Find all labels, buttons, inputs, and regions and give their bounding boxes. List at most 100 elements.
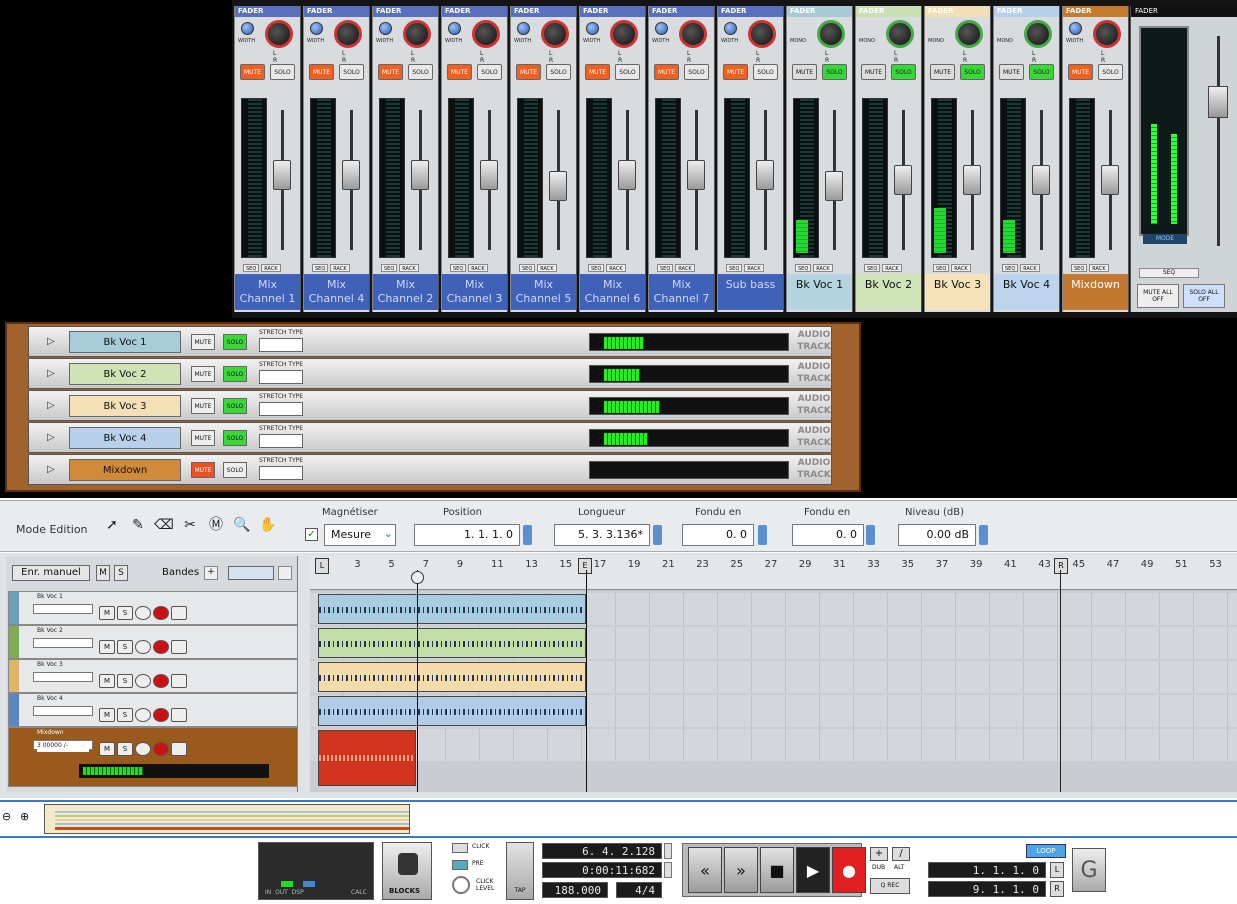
right-locator-button[interactable]: R [1050, 881, 1064, 897]
track-options-icon[interactable] [171, 742, 187, 756]
track-mute-button[interactable]: M [99, 640, 115, 654]
rack-button[interactable]: RACK [1020, 264, 1040, 272]
channel-fader[interactable] [342, 159, 360, 190]
channel-solo-button[interactable]: SOLO [615, 64, 640, 80]
rack-mute-button[interactable]: MUTE [191, 366, 215, 382]
pan-knob[interactable] [472, 20, 500, 48]
track-volume-slider[interactable] [33, 706, 93, 716]
channel-fader[interactable] [825, 170, 843, 201]
channel-fader[interactable] [549, 170, 567, 201]
channel-mute-button[interactable]: MUTE [240, 64, 265, 80]
channel-name[interactable]: Bk Voc 1 [787, 274, 852, 310]
channel-fader[interactable] [411, 159, 429, 190]
band-select[interactable] [228, 566, 274, 580]
rack-button[interactable]: RACK [951, 264, 971, 272]
pan-knob[interactable] [403, 20, 431, 48]
position-spinner[interactable] [523, 525, 532, 545]
rack-button[interactable]: RACK [399, 264, 419, 272]
rack-button[interactable]: RACK [537, 264, 557, 272]
rack-solo-button[interactable]: SOLO [223, 334, 247, 350]
track-volume-slider[interactable] [33, 672, 93, 682]
channel-solo-button[interactable]: SOLO [546, 64, 571, 80]
master-mode-button[interactable]: MODE [1143, 234, 1187, 244]
track-volume-slider[interactable] [33, 638, 93, 648]
width-knob[interactable] [310, 22, 323, 35]
channel-mute-button[interactable]: MUTE [585, 64, 610, 80]
monitor-icon[interactable] [135, 674, 151, 688]
seq-button[interactable]: SEQ [1071, 264, 1088, 272]
channel-solo-button[interactable]: SOLO [408, 64, 433, 80]
rack-mute-button[interactable]: MUTE [191, 430, 215, 446]
solo-all-off-button[interactable]: SOLO ALL OFF [1183, 284, 1225, 308]
pan-knob[interactable] [1024, 20, 1052, 48]
length-spinner[interactable] [653, 525, 662, 545]
monitor-icon[interactable] [135, 742, 151, 756]
rack-button[interactable]: RACK [744, 264, 764, 272]
channel-solo-button[interactable]: SOLO [1098, 64, 1123, 80]
loop-button[interactable]: LOOP [1026, 844, 1066, 858]
dub-button[interactable]: + [870, 847, 888, 861]
channel-solo-button[interactable]: SOLO [1029, 64, 1054, 80]
channel-fader[interactable] [687, 159, 705, 190]
seq-button[interactable]: SEQ [243, 264, 260, 272]
expand-triangle-icon[interactable]: ▷ [47, 400, 55, 411]
channel-solo-button[interactable]: SOLO [960, 64, 985, 80]
track-control-row[interactable]: Bk Voc 4 MS [8, 693, 298, 727]
channel-name[interactable]: Mix Channel 5 [511, 274, 576, 310]
pan-knob[interactable] [334, 20, 362, 48]
pan-knob[interactable] [541, 20, 569, 48]
channel-mute-button[interactable]: MUTE [792, 64, 817, 80]
pan-knob[interactable] [748, 20, 776, 48]
audio-clip[interactable] [318, 594, 586, 624]
channel-fader[interactable] [756, 159, 774, 190]
rack-solo-button[interactable]: SOLO [223, 430, 247, 446]
solo-lane-button[interactable]: S [114, 565, 128, 581]
channel-name[interactable]: Bk Voc 2 [856, 274, 921, 310]
seq-button[interactable]: SEQ [726, 264, 743, 272]
song-position-line[interactable] [417, 570, 418, 792]
track-solo-button[interactable]: S [117, 742, 133, 756]
rack-mute-button[interactable]: MUTE [191, 462, 215, 478]
rack-mute-button[interactable]: MUTE [191, 398, 215, 414]
channel-name[interactable]: Mixdown [1063, 274, 1128, 310]
channel-solo-button[interactable]: SOLO [753, 64, 778, 80]
master-fader[interactable] [1208, 86, 1228, 118]
track-options-icon[interactable] [171, 606, 187, 620]
navigator-view-rect[interactable] [44, 804, 410, 834]
pan-knob[interactable] [610, 20, 638, 48]
seq-button[interactable]: SEQ [588, 264, 605, 272]
track-lane[interactable] [310, 729, 1237, 761]
rack-button[interactable]: RACK [1089, 264, 1109, 272]
track-mute-button[interactable]: M [99, 674, 115, 688]
mute-lane-button[interactable]: M [96, 565, 110, 581]
monitor-icon[interactable] [135, 640, 151, 654]
q-rec-button[interactable]: Q REC [870, 878, 910, 894]
channel-mute-button[interactable]: MUTE [723, 64, 748, 80]
hand-tool-icon[interactable]: ✋ [258, 514, 278, 536]
channel-name[interactable]: Mix Channel 7 [649, 274, 714, 310]
pencil-tool-icon[interactable]: ✎ [128, 514, 148, 536]
seq-button[interactable]: SEQ [1002, 264, 1019, 272]
end-marker[interactable]: E [578, 558, 592, 574]
pre-toggle[interactable] [452, 860, 468, 870]
width-knob[interactable] [241, 22, 254, 35]
click-level-knob[interactable] [452, 876, 470, 894]
width-knob[interactable] [517, 22, 530, 35]
seq-button[interactable]: SEQ [657, 264, 674, 272]
width-knob[interactable] [586, 22, 599, 35]
band-option-button[interactable] [278, 566, 292, 580]
rack-track-name[interactable]: Bk Voc 1 [69, 331, 181, 353]
channel-mute-button[interactable]: MUTE [654, 64, 679, 80]
record-enable-icon[interactable] [153, 674, 169, 688]
zoom-out-icon[interactable]: ⊖ [2, 810, 16, 826]
channel-mute-button[interactable]: MUTE [378, 64, 403, 80]
rack-button[interactable]: RACK [468, 264, 488, 272]
manual-record-button[interactable]: Enr. manuel [12, 565, 90, 581]
track-options-icon[interactable] [171, 640, 187, 654]
channel-mute-button[interactable]: MUTE [930, 64, 955, 80]
channel-mute-button[interactable]: MUTE [1068, 64, 1093, 80]
rack-track-name[interactable]: Bk Voc 3 [69, 395, 181, 417]
click-toggle[interactable] [452, 843, 468, 853]
song-position-display[interactable]: 6. 4. 2.128 [542, 843, 662, 859]
channel-fader[interactable] [963, 165, 981, 195]
